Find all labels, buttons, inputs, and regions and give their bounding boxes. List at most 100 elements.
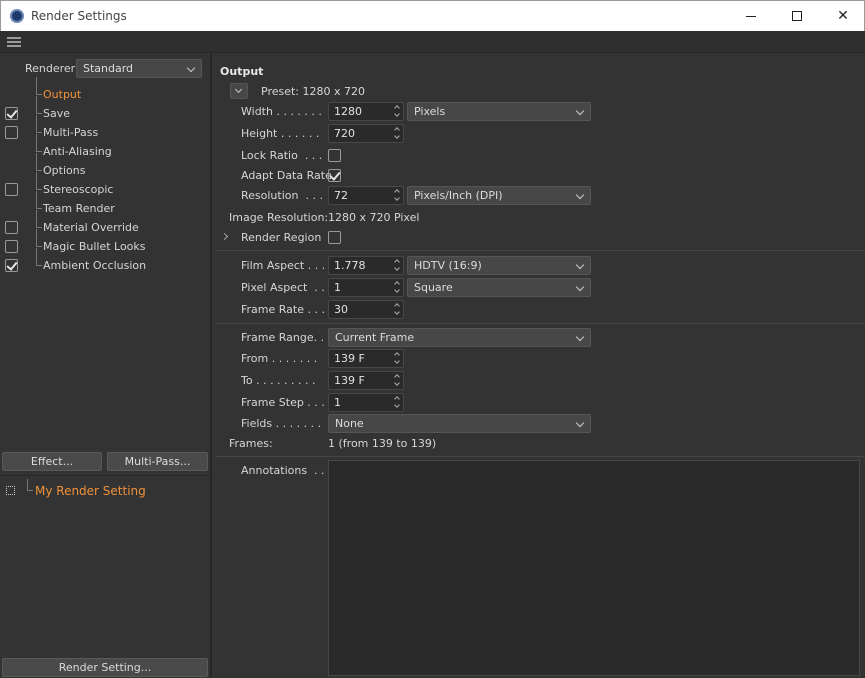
material-override-checkbox[interactable] xyxy=(5,221,18,234)
tree-item-save[interactable]: Save xyxy=(0,96,212,124)
chevron-down-icon xyxy=(575,106,585,116)
spinner-arrows-icon[interactable] xyxy=(394,281,400,293)
tree-item-stereoscopic[interactable]: Stereoscopic xyxy=(0,172,212,200)
frame-range-label: Frame Range. . xyxy=(241,331,325,344)
multi-pass-checkbox[interactable] xyxy=(5,126,18,139)
fields-row: Fields . . . . . . . None xyxy=(214,414,865,434)
tree-branch-line xyxy=(36,134,42,152)
fields-dropdown[interactable]: None xyxy=(328,414,591,433)
pixel-aspect-dropdown[interactable]: Square xyxy=(407,278,591,297)
frame-range-value: Current Frame xyxy=(335,331,415,344)
tree-item-multi-pass[interactable]: Multi-Pass xyxy=(0,115,212,143)
save-checkbox[interactable] xyxy=(5,107,18,120)
spinner-arrows-icon[interactable] xyxy=(394,374,400,386)
spinner-arrows-icon[interactable] xyxy=(394,303,400,315)
frame-range-dropdown[interactable]: Current Frame xyxy=(328,328,591,347)
frame-step-input[interactable]: 1 xyxy=(328,393,404,412)
spinner-arrows-icon[interactable] xyxy=(394,396,400,408)
tree-branch-line xyxy=(36,77,42,95)
resolution-row: Resolution . . . 72 Pixels/Inch (DPI) xyxy=(214,186,865,206)
output-panel: Output Preset: 1280 x 720 Width . . . . … xyxy=(214,54,865,678)
tree-item-anti-aliasing[interactable]: Anti-Aliasing xyxy=(0,134,212,162)
tree-item-team-render[interactable]: Team Render xyxy=(0,191,212,219)
tree-item-output[interactable]: Output xyxy=(0,77,212,105)
spinner-arrows-icon[interactable] xyxy=(394,105,400,117)
spinner-arrows-icon[interactable] xyxy=(394,352,400,364)
frames-row: Frames: 1 (from 139 to 139) xyxy=(214,434,865,454)
fields-label: Fields . . . . . . . xyxy=(241,417,322,430)
hamburger-menu-icon[interactable] xyxy=(7,37,21,47)
preset-row: Preset: 1280 x 720 xyxy=(214,83,865,103)
tree-branch-line xyxy=(36,248,42,266)
chevron-down-icon xyxy=(575,332,585,342)
lock-ratio-checkbox[interactable] xyxy=(328,149,341,162)
frame-step-row: Frame Step . . . 1 xyxy=(214,393,865,413)
tree-item-magic-bullet-looks[interactable]: Magic Bullet Looks xyxy=(0,229,212,257)
film-aspect-value: 1.778 xyxy=(334,259,366,272)
maximize-button[interactable] xyxy=(774,1,820,31)
frame-rate-input[interactable]: 30 xyxy=(328,300,404,319)
adapt-data-rate-row: Adapt Data Rate xyxy=(214,166,865,186)
pixel-aspect-input[interactable]: 1 xyxy=(328,278,404,297)
section-title: Output xyxy=(220,65,264,78)
chevron-right-icon[interactable] xyxy=(220,232,229,241)
spinner-arrows-icon[interactable] xyxy=(394,127,400,139)
adapt-data-rate-checkbox[interactable] xyxy=(328,169,341,182)
frames-label: Frames: xyxy=(229,437,273,450)
close-button[interactable]: ✕ xyxy=(820,1,865,31)
annotations-textarea[interactable] xyxy=(328,460,860,676)
preset-label: Preset: 1280 x 720 xyxy=(261,85,365,98)
from-input[interactable]: 139 F xyxy=(328,349,404,368)
tree-item-options[interactable]: Options xyxy=(0,153,212,181)
tree-item-material-override[interactable]: Material Override xyxy=(0,210,212,238)
tree-branch-line xyxy=(36,210,42,228)
chevron-down-icon xyxy=(575,282,585,292)
multi-pass-button[interactable]: Multi-Pass... xyxy=(107,452,208,471)
render-region-row: Render Region xyxy=(214,228,865,248)
image-resolution-value: 1280 x 720 Pixel xyxy=(328,211,420,224)
render-setting-item[interactable]: My Render Setting xyxy=(0,479,210,501)
film-aspect-input[interactable]: 1.778 xyxy=(328,256,404,275)
from-label: From . . . . . . . xyxy=(241,352,318,365)
magic-bullet-looks-checkbox[interactable] xyxy=(5,240,18,253)
render-setting-button[interactable]: Render Setting... xyxy=(2,658,208,677)
renderer-dropdown[interactable]: Standard xyxy=(76,59,202,78)
tree-item-ambient-occlusion[interactable]: Ambient Occlusion xyxy=(0,248,212,276)
pixel-aspect-preset: Square xyxy=(414,281,453,294)
width-input[interactable]: 1280 xyxy=(328,102,404,121)
tree-branch-line xyxy=(36,153,42,171)
maximize-icon xyxy=(792,11,802,21)
height-input[interactable]: 720 xyxy=(328,124,404,143)
to-input[interactable]: 139 F xyxy=(328,371,404,390)
tree-item-label: Save xyxy=(43,107,71,120)
film-aspect-dropdown[interactable]: HDTV (16:9) xyxy=(407,256,591,275)
tree-item-label: Ambient Occlusion xyxy=(43,259,147,272)
minimize-button[interactable] xyxy=(728,1,774,31)
preset-dropdown-button[interactable] xyxy=(230,83,248,99)
frames-value: 1 (from 139 to 139) xyxy=(328,437,437,450)
spinner-arrows-icon[interactable] xyxy=(394,259,400,271)
lock-ratio-label: Lock Ratio . . . xyxy=(241,149,323,162)
annotations-label: Annotations . . xyxy=(241,464,325,477)
render-region-checkbox[interactable] xyxy=(328,231,341,244)
tree-item-label: Material Override xyxy=(43,221,139,234)
ambient-occlusion-checkbox[interactable] xyxy=(5,259,18,272)
tree-branch-line xyxy=(36,115,42,133)
width-row: Width . . . . . . . 1280 Pixels xyxy=(214,102,865,122)
resolution-input[interactable]: 72 xyxy=(328,186,404,205)
frame-rate-row: Frame Rate . . . 30 xyxy=(214,300,865,320)
resolution-label: Resolution . . . xyxy=(241,189,323,202)
width-unit-dropdown[interactable]: Pixels xyxy=(407,102,591,121)
pixel-aspect-row: Pixel Aspect . . 1 Square xyxy=(214,278,865,298)
cinema4d-app-icon xyxy=(10,9,24,23)
spinner-arrows-icon[interactable] xyxy=(394,189,400,201)
fields-value: None xyxy=(335,417,364,430)
stereoscopic-checkbox[interactable] xyxy=(5,183,18,196)
menu-bar xyxy=(0,31,865,53)
height-value: 720 xyxy=(334,127,355,140)
resolution-unit-dropdown[interactable]: Pixels/Inch (DPI) xyxy=(407,186,591,205)
effect-button[interactable]: Effect... xyxy=(2,452,102,471)
render-setting-name: My Render Setting xyxy=(35,484,146,498)
to-value: 139 F xyxy=(334,374,365,387)
resolution-unit-value: Pixels/Inch (DPI) xyxy=(414,189,503,202)
